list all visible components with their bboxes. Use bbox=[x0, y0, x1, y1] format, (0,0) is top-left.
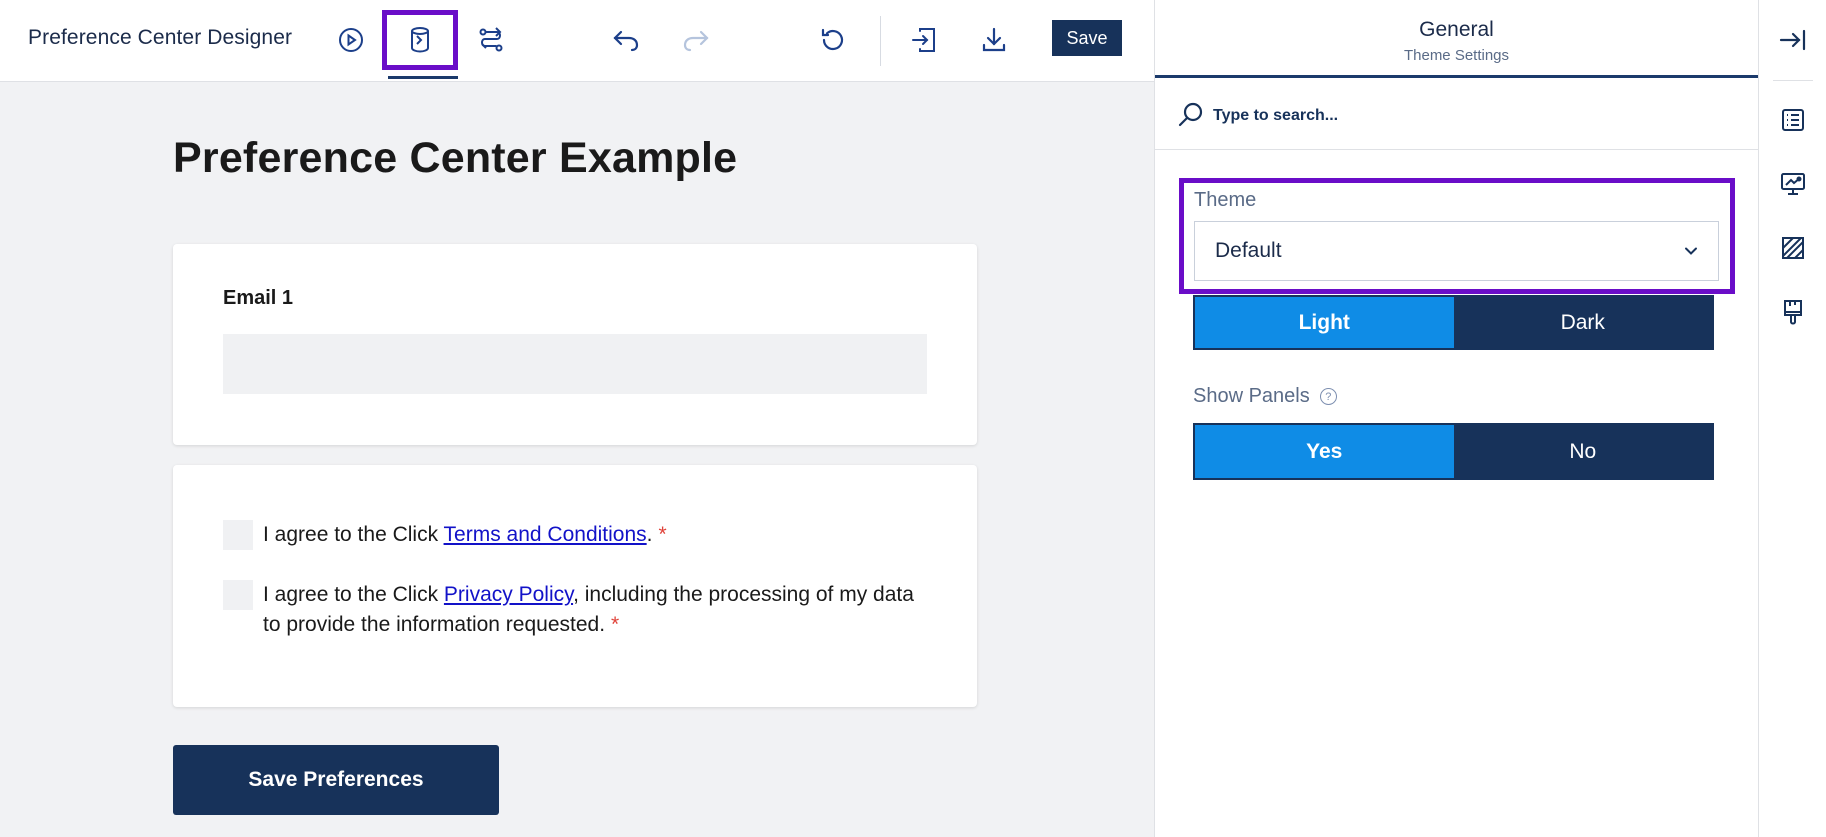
help-icon[interactable]: ? bbox=[1319, 388, 1337, 405]
show-panels-option-no[interactable]: No bbox=[1454, 425, 1713, 478]
mode-option-light[interactable]: Light bbox=[1195, 297, 1454, 348]
undo-button[interactable] bbox=[604, 18, 648, 62]
redo-icon bbox=[683, 30, 709, 52]
reset-icon bbox=[821, 28, 844, 51]
show-panels-option-yes[interactable]: Yes bbox=[1195, 425, 1454, 478]
rail-pattern-button[interactable] bbox=[1775, 230, 1811, 266]
theme-select-value: Default bbox=[1215, 239, 1282, 262]
pattern-icon bbox=[1782, 237, 1804, 259]
show-panels-toggle: Yes No bbox=[1193, 423, 1714, 480]
panel-title: General bbox=[1419, 18, 1494, 41]
designer-area: Preference Center Designer Save Preferen… bbox=[0, 0, 1154, 837]
data-button[interactable] bbox=[382, 10, 458, 70]
redo-button[interactable] bbox=[674, 18, 718, 62]
terms-suffix: . bbox=[646, 523, 653, 546]
search-icon bbox=[1177, 101, 1205, 129]
settings-search bbox=[1155, 81, 1758, 150]
flow-button[interactable] bbox=[469, 18, 513, 62]
required-marker: * bbox=[658, 523, 667, 546]
terms-checkbox[interactable] bbox=[223, 520, 253, 550]
rail-fields-button[interactable] bbox=[1775, 102, 1811, 138]
play-circle-icon bbox=[339, 28, 363, 52]
rail-display-button[interactable] bbox=[1775, 166, 1811, 202]
search-input[interactable] bbox=[1213, 101, 1713, 131]
download-icon bbox=[982, 27, 1006, 52]
email-label: Email 1 bbox=[223, 287, 294, 309]
toolbar-divider bbox=[880, 16, 881, 66]
privacy-link[interactable]: Privacy Policy bbox=[444, 583, 573, 606]
presentation-icon bbox=[1781, 173, 1805, 195]
import-button[interactable] bbox=[902, 18, 946, 62]
panel-subtitle: Theme Settings bbox=[1403, 47, 1510, 64]
toolbar: Preference Center Designer Save bbox=[0, 0, 1154, 82]
theme-select[interactable]: Default bbox=[1194, 221, 1719, 281]
panel-header: General Theme Settings bbox=[1155, 0, 1758, 78]
active-tab-indicator bbox=[388, 76, 458, 79]
mode-toggle: Light Dark bbox=[1193, 295, 1714, 350]
terms-text: I agree to the Click Terms and Condition… bbox=[263, 520, 667, 550]
theme-label: Theme bbox=[1194, 189, 1257, 211]
save-button[interactable]: Save bbox=[1052, 20, 1122, 56]
download-button[interactable] bbox=[972, 18, 1016, 62]
form-title: Preference Center Example bbox=[173, 134, 738, 182]
theme-section: Theme Default bbox=[1179, 178, 1735, 294]
right-rail bbox=[1758, 0, 1826, 837]
privacy-prefix: I agree to the Click bbox=[263, 583, 444, 606]
undo-icon bbox=[613, 30, 639, 52]
required-marker: * bbox=[611, 613, 620, 636]
privacy-consent-row: I agree to the Click Privacy Policy, inc… bbox=[223, 580, 923, 640]
reset-button[interactable] bbox=[811, 18, 855, 62]
consent-card: I agree to the Click Terms and Condition… bbox=[173, 465, 977, 707]
list-icon bbox=[1782, 109, 1804, 131]
paint-brush-icon bbox=[1784, 300, 1802, 325]
settings-panel: General Theme Settings Theme Default Lig… bbox=[1154, 0, 1758, 837]
save-preferences-button[interactable]: Save Preferences bbox=[173, 745, 499, 815]
terms-link[interactable]: Terms and Conditions bbox=[444, 523, 647, 546]
app-title: Preference Center Designer bbox=[28, 26, 293, 49]
privacy-checkbox[interactable] bbox=[223, 580, 253, 610]
collapse-panel-button[interactable] bbox=[1775, 22, 1811, 58]
mode-option-dark[interactable]: Dark bbox=[1454, 297, 1713, 348]
collapse-right-icon bbox=[1779, 29, 1806, 51]
chevron-down-icon bbox=[1685, 247, 1697, 255]
preview-button[interactable] bbox=[329, 18, 373, 62]
terms-prefix: I agree to the Click bbox=[263, 523, 444, 546]
import-icon bbox=[912, 28, 935, 52]
terms-consent-row: I agree to the Click Terms and Condition… bbox=[223, 520, 923, 550]
rail-divider bbox=[1773, 80, 1813, 81]
rail-style-button[interactable] bbox=[1775, 294, 1811, 330]
show-panels-label: Show Panels ? bbox=[1193, 385, 1337, 408]
show-panels-text: Show Panels bbox=[1193, 385, 1310, 407]
route-icon bbox=[479, 27, 503, 52]
email-field[interactable] bbox=[223, 334, 927, 394]
email-card: Email 1 bbox=[173, 244, 977, 445]
database-icon bbox=[411, 27, 429, 53]
privacy-text: I agree to the Click Privacy Policy, inc… bbox=[263, 580, 923, 640]
